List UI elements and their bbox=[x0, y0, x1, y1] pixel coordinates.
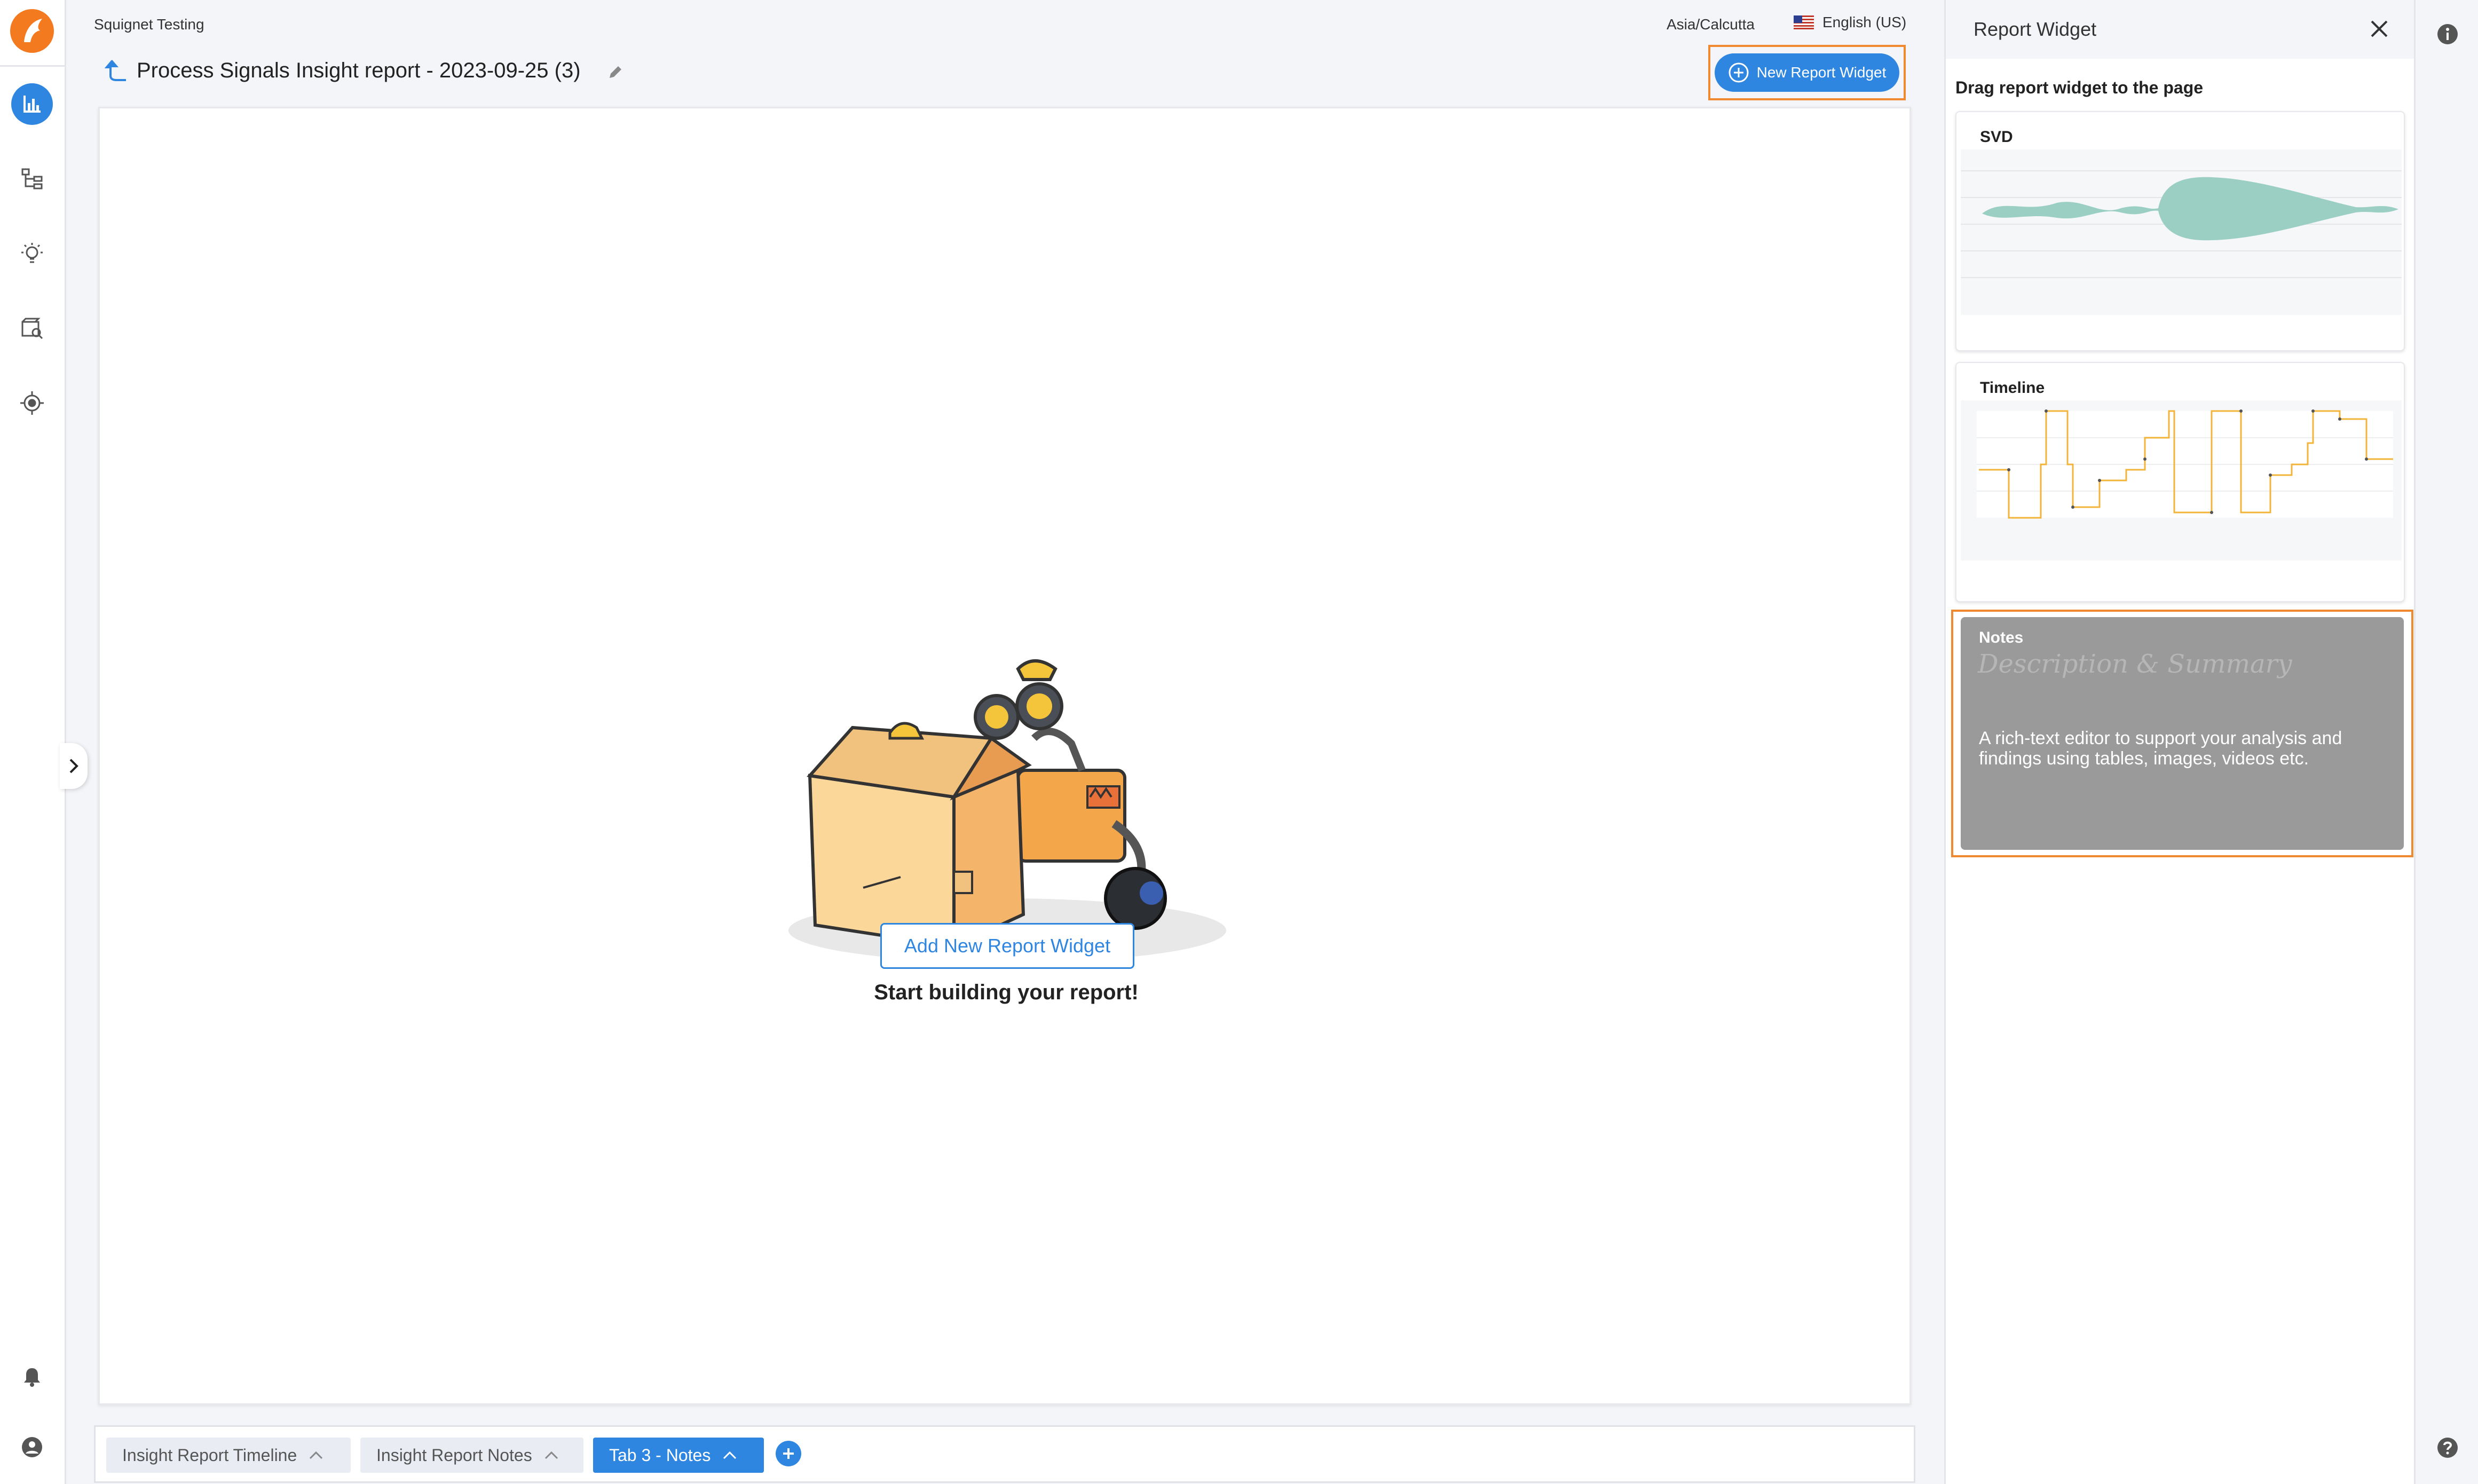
report-canvas[interactable]: Start building your report! Add New Repo… bbox=[98, 107, 1911, 1405]
chevron-up-icon[interactable] bbox=[309, 1450, 323, 1460]
widget-label: Timeline bbox=[1980, 379, 2045, 397]
notes-widget-highlight: Notes Description & Summary A rich-text … bbox=[1951, 610, 2413, 857]
target-icon[interactable] bbox=[11, 382, 53, 424]
widget-label: SVD bbox=[1980, 128, 2013, 146]
notes-description: A rich-text editor to support your analy… bbox=[1979, 728, 2342, 769]
info-icon[interactable] bbox=[2436, 22, 2459, 49]
add-tab-button[interactable] bbox=[776, 1441, 801, 1466]
robot-box-illustration bbox=[783, 546, 1242, 976]
org-name: Squignet Testing bbox=[94, 16, 204, 33]
media-search-icon[interactable] bbox=[11, 307, 53, 349]
plus-icon bbox=[783, 1448, 794, 1459]
left-nav-rail bbox=[0, 0, 66, 1484]
chevron-up-icon[interactable] bbox=[722, 1450, 737, 1460]
panel-header: Report Widget bbox=[1946, 0, 2416, 59]
widget-label: Notes bbox=[1979, 629, 2024, 646]
user-icon[interactable] bbox=[11, 1426, 53, 1468]
help-icon[interactable] bbox=[2436, 1436, 2459, 1462]
new-report-widget-button[interactable]: New Report Widget bbox=[1715, 53, 1899, 92]
language-selector[interactable]: English (US) bbox=[1794, 14, 1906, 31]
tab-label: Insight Report Timeline bbox=[122, 1445, 297, 1465]
new-report-widget-label: New Report Widget bbox=[1756, 64, 1887, 81]
app-logo-icon[interactable] bbox=[10, 9, 54, 53]
empty-state-title: Start building your report! bbox=[874, 981, 1139, 1004]
svd-preview-thumbnail bbox=[1961, 149, 2402, 315]
bell-icon[interactable] bbox=[11, 1356, 53, 1398]
plus-circle-icon bbox=[1729, 62, 1749, 83]
tab-label: Insight Report Notes bbox=[376, 1445, 532, 1465]
panel-instruction: Drag report widget to the page bbox=[1955, 78, 2204, 97]
hierarchy-icon[interactable] bbox=[11, 158, 53, 200]
language-label: English (US) bbox=[1822, 14, 1907, 30]
report-tab-bar: Insight Report Timeline Insight Report N… bbox=[94, 1425, 1915, 1483]
bar-chart-icon[interactable] bbox=[11, 83, 53, 125]
timeline-preview-thumbnail bbox=[1961, 400, 2402, 561]
chevron-right-icon bbox=[69, 759, 78, 773]
widget-card-timeline[interactable]: Timeline bbox=[1955, 362, 2405, 602]
widget-card-svd[interactable]: SVD bbox=[1955, 111, 2405, 351]
tab-label: Tab 3 - Notes bbox=[609, 1445, 711, 1465]
rail-divider bbox=[0, 65, 65, 67]
tab-tab-3-notes[interactable]: Tab 3 - Notes bbox=[593, 1438, 764, 1473]
widget-card-notes[interactable]: Notes Description & Summary A rich-text … bbox=[1961, 617, 2404, 850]
close-icon[interactable] bbox=[2369, 18, 2390, 42]
report-title: Process Signals Insight report - 2023-09… bbox=[137, 59, 581, 82]
report-widget-panel: Report Widget Drag report widget to the … bbox=[1944, 0, 2416, 1484]
add-new-report-widget-button[interactable]: Add New Report Widget bbox=[880, 923, 1134, 969]
back-arrow-icon[interactable] bbox=[104, 58, 128, 86]
new-widget-highlight: New Report Widget bbox=[1708, 45, 1906, 100]
pencil-icon[interactable] bbox=[606, 63, 625, 84]
expand-panel-button[interactable] bbox=[60, 743, 88, 789]
panel-title: Report Widget bbox=[1974, 18, 2097, 40]
tab-insight-report-notes[interactable]: Insight Report Notes bbox=[360, 1438, 583, 1473]
us-flag-icon bbox=[1794, 15, 1814, 29]
timezone-selector[interactable]: Asia/Calcutta bbox=[1667, 16, 1755, 33]
tab-insight-report-timeline[interactable]: Insight Report Timeline bbox=[106, 1438, 351, 1473]
lightbulb-icon[interactable] bbox=[11, 233, 53, 274]
chevron-up-icon[interactable] bbox=[544, 1450, 559, 1460]
utility-strip bbox=[2414, 0, 2478, 1484]
notes-placeholder-preview: Description & Summary bbox=[1978, 649, 2292, 679]
